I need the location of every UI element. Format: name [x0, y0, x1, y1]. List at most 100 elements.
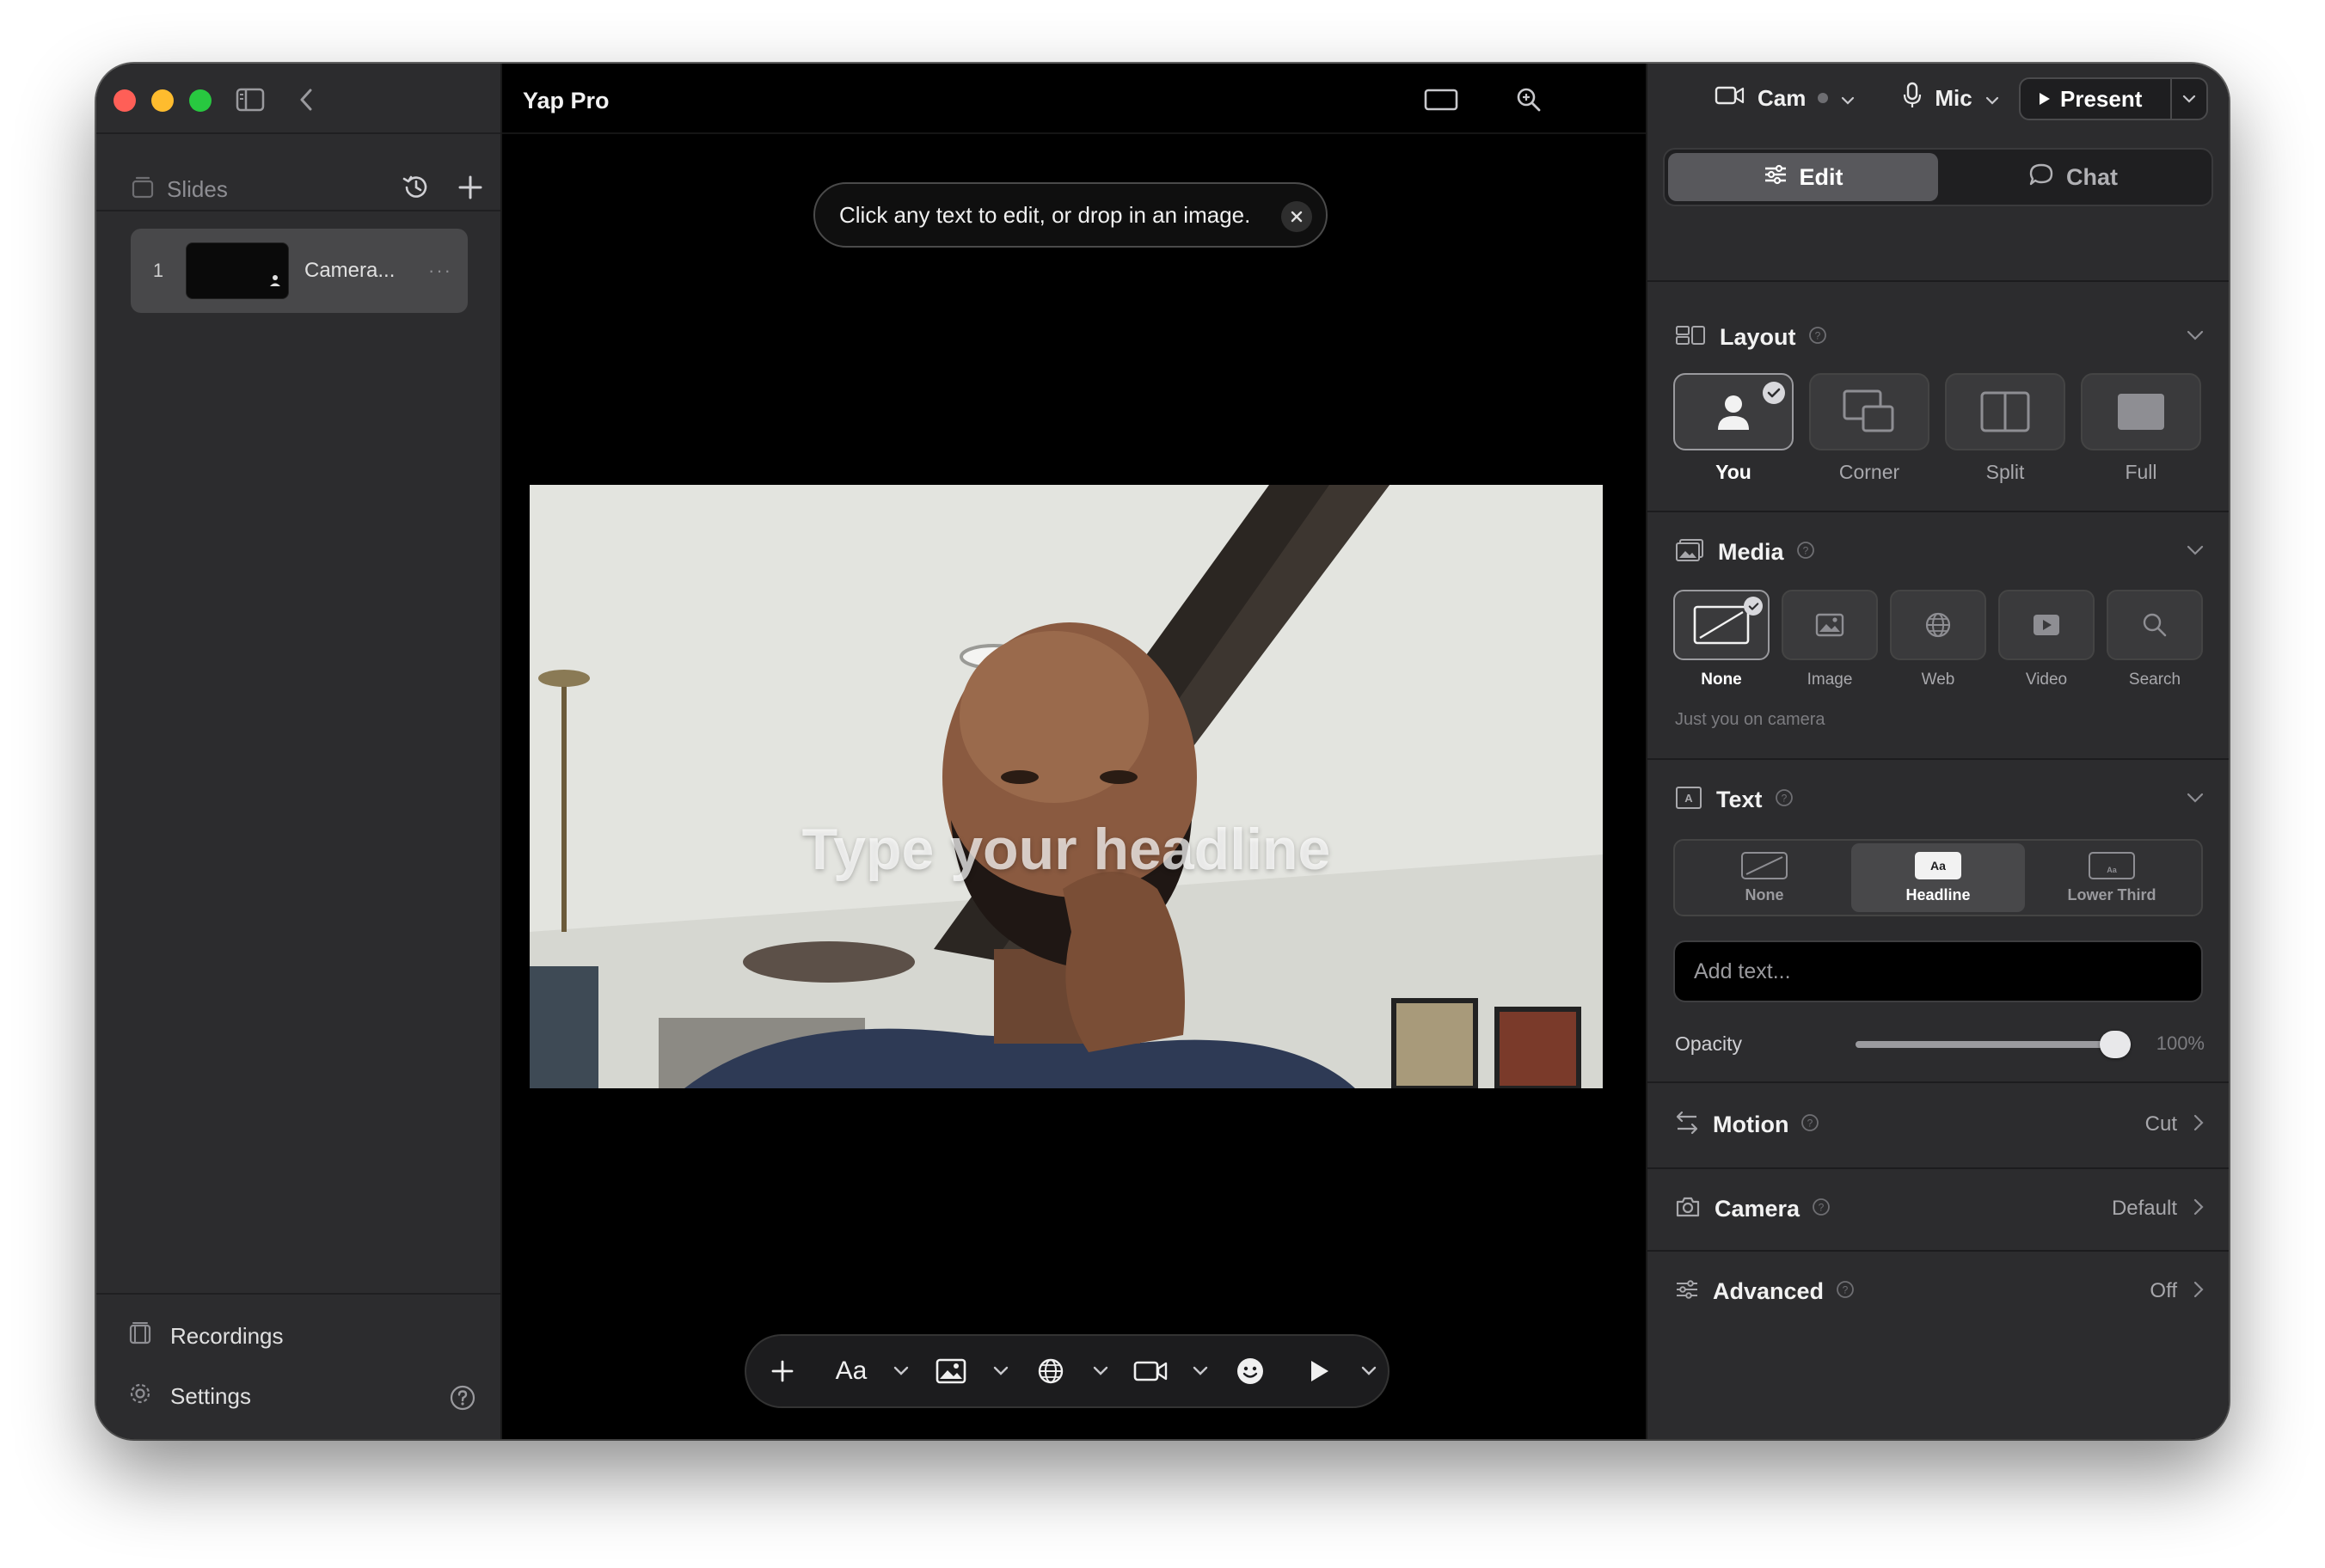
zoom-icon[interactable]: [1515, 86, 1543, 118]
media-option-search[interactable]: Search: [2107, 590, 2203, 689]
opacity-slider[interactable]: [1856, 1031, 2131, 1058]
layout-section-header[interactable]: Layout ?: [1675, 320, 2205, 354]
canvas-area: Yap Pro Click any text to edit, or drop …: [502, 64, 1646, 1439]
panel-divider: [1647, 1167, 2229, 1169]
motion-row[interactable]: Motion ? Cut: [1675, 1107, 2205, 1142]
text-option-lower-third[interactable]: Aa Lower Third: [2025, 843, 2199, 912]
tab-chat[interactable]: Chat: [1938, 153, 2208, 201]
help-icon[interactable]: ?: [1775, 788, 1794, 812]
opacity-row: Opacity 100%: [1675, 1028, 2205, 1059]
layout-option-full[interactable]: Full: [2081, 373, 2201, 484]
aspect-ratio-icon[interactable]: [1424, 88, 1458, 116]
chevron-down-icon[interactable]: [1350, 1347, 1388, 1395]
media-caption: Just you on camera: [1675, 710, 1825, 729]
layout-option-corner[interactable]: Corner: [1809, 373, 1929, 484]
sidebar-divider: [96, 1293, 500, 1295]
svg-text:?: ?: [1807, 1117, 1813, 1129]
media-option-image[interactable]: Image: [1782, 590, 1878, 689]
slide-thumbnail: [186, 242, 289, 299]
opacity-slider-thumb[interactable]: [2100, 1031, 2131, 1058]
mic-control[interactable]: Mic: [1902, 82, 1999, 115]
globe-icon[interactable]: [1032, 1347, 1070, 1395]
history-icon[interactable]: [401, 172, 432, 207]
emoji-icon[interactable]: [1231, 1347, 1269, 1395]
text-section-title: Text: [1716, 786, 1763, 812]
app-window: Slides 1 Camera... ··· Recordings Settin…: [96, 64, 2229, 1439]
edit-tip-banner: Click any text to edit, or drop in an im…: [813, 182, 1328, 248]
slides-header: Slides: [131, 165, 483, 213]
headline-icon: Aa: [1915, 851, 1961, 879]
help-icon[interactable]: ?: [1812, 1197, 1831, 1221]
chevron-down-icon[interactable]: [1181, 1347, 1219, 1395]
present-button[interactable]: Present: [2019, 77, 2208, 120]
add-text-input[interactable]: Add text...: [1673, 940, 2203, 1002]
settings-nav-item[interactable]: Settings: [127, 1381, 251, 1412]
sliders-icon: [1675, 1279, 1699, 1304]
slide-more-icon[interactable]: ···: [428, 260, 452, 282]
video-camera-icon[interactable]: [1132, 1347, 1169, 1395]
media-option-tile: [2107, 590, 2203, 660]
svg-text:?: ?: [1843, 1283, 1849, 1295]
media-option-web[interactable]: Web: [1890, 590, 1986, 689]
close-window-button[interactable]: [113, 89, 136, 112]
full-layout-icon: [2118, 394, 2164, 430]
media-option-video[interactable]: Video: [1998, 590, 2095, 689]
chevron-down-icon[interactable]: [1082, 1347, 1120, 1395]
help-icon[interactable]: ?: [1796, 541, 1815, 564]
add-slide-icon[interactable]: [457, 175, 483, 205]
cam-status-dot: [1818, 93, 1829, 103]
layout-option-label: Corner: [1838, 461, 1900, 483]
media-option-label: Search: [2128, 671, 2181, 689]
slide-name: Camera...: [304, 259, 396, 282]
layout-option-split[interactable]: Split: [1945, 373, 2065, 484]
chevron-down-icon[interactable]: [2186, 329, 2205, 346]
layout-option-you[interactable]: You: [1673, 373, 1794, 484]
media-section-header[interactable]: Media ?: [1675, 535, 2205, 569]
advanced-row[interactable]: Advanced ? Off: [1675, 1274, 2205, 1308]
zoom-window-button[interactable]: [189, 89, 212, 112]
help-icon[interactable]: ?: [1808, 326, 1827, 349]
slides-title: Slides: [167, 175, 228, 202]
cam-control[interactable]: Cam: [1715, 84, 1856, 113]
media-option-none[interactable]: None: [1673, 590, 1770, 689]
window-controls: [113, 89, 212, 112]
image-icon[interactable]: [932, 1347, 970, 1395]
play-icon[interactable]: [1300, 1347, 1338, 1395]
microphone-icon: [1902, 82, 1923, 115]
chevron-down-icon[interactable]: [982, 1347, 1020, 1395]
text-option-none[interactable]: None: [1678, 843, 1851, 912]
advanced-value: Off: [2150, 1279, 2177, 1302]
panel-divider: [1647, 1250, 2229, 1252]
help-icon[interactable]: [449, 1384, 476, 1416]
recordings-nav-item[interactable]: Recordings: [127, 1320, 284, 1352]
inspector-panel: Cam Mic Present Edit Chat Layout ? You C…: [1646, 64, 2229, 1439]
camera-row[interactable]: Camera ? Default: [1675, 1191, 2205, 1226]
close-icon: [1291, 211, 1303, 223]
sidebar-toggle-icon[interactable]: [236, 88, 265, 116]
text-option-headline[interactable]: Aa Headline: [1851, 843, 2025, 912]
corner-layout-icon: [1843, 389, 1894, 432]
chevron-down-icon[interactable]: [2186, 792, 2205, 808]
layout-icon: [1675, 324, 1706, 351]
media-option-tile: [1673, 590, 1770, 660]
camera-icon: [1675, 1196, 1701, 1222]
tab-edit[interactable]: Edit: [1668, 153, 1938, 201]
chevron-right-icon: [2193, 1197, 2205, 1221]
chevron-down-icon[interactable]: [2186, 544, 2205, 560]
help-icon[interactable]: ?: [1800, 1113, 1819, 1136]
back-chevron-icon[interactable]: [296, 86, 316, 118]
camera-preview[interactable]: Type your headline: [530, 485, 1603, 1088]
help-icon[interactable]: ?: [1836, 1280, 1855, 1303]
add-icon[interactable]: [764, 1347, 801, 1395]
present-options-chevron-icon[interactable]: [2170, 79, 2206, 119]
text-box-icon: A: [1675, 786, 1702, 814]
slide-list-item[interactable]: 1 Camera... ···: [131, 229, 468, 313]
text-style-button[interactable]: Aa: [832, 1347, 870, 1395]
text-section-header[interactable]: A Text ?: [1675, 782, 2205, 817]
close-tip-button[interactable]: [1281, 201, 1312, 232]
minimize-window-button[interactable]: [151, 89, 174, 112]
chevron-down-icon[interactable]: [882, 1347, 920, 1395]
chat-bubble-icon: [2028, 162, 2054, 193]
tab-edit-label: Edit: [1799, 163, 1843, 190]
panel-divider: [1647, 758, 2229, 760]
